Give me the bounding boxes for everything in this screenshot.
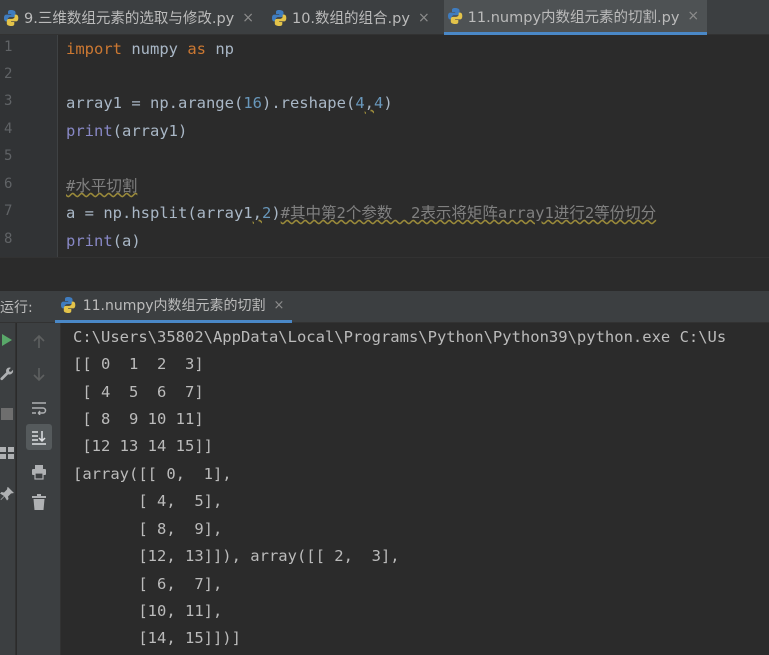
code-comma: , — [252, 204, 262, 222]
console-line: [12, 13]]), array([[ 2, 3], — [73, 547, 400, 565]
run-toolbar-secondary — [17, 323, 61, 655]
builtin-print: print — [66, 122, 113, 140]
code-text: array1 = np.arange( — [66, 94, 244, 112]
console-line: [[ 0 1 2 3] — [73, 355, 204, 373]
code-text: ) — [271, 204, 281, 222]
number-literal: 2 — [261, 204, 272, 222]
console-line: [ 4, 5], — [73, 492, 223, 510]
code-text: np — [206, 40, 234, 58]
console-line: [10, 11], — [73, 602, 223, 620]
console-output[interactable]: C:\Users\35802\AppData\Local\Programs\Py… — [62, 323, 769, 655]
line-number-gutter: 1 2 3 4 5 6 7 8 — [0, 35, 58, 257]
console-line: [ 8 9 10 11] — [73, 410, 204, 428]
console-line: [ 6, 7], — [73, 575, 223, 593]
code-line-4: print(array1) — [66, 118, 187, 145]
code-text: numpy — [122, 40, 188, 58]
run-toolbar-primary — [0, 323, 16, 655]
python-file-icon — [2, 9, 20, 27]
console-line: C:\Users\35802\AppData\Local\Programs\Py… — [73, 328, 727, 346]
code-line-6: #水平切割 — [66, 173, 137, 200]
number-literal: 16 — [243, 94, 262, 112]
builtin-print: print — [66, 232, 113, 250]
run-panel-label: 运行: — [0, 299, 33, 316]
code-comma: , — [364, 94, 374, 112]
keyword-as: as — [187, 40, 206, 58]
code-text: (array1) — [112, 122, 188, 140]
close-icon[interactable]: × — [242, 10, 254, 26]
print-icon[interactable] — [26, 459, 52, 485]
tab-file-9[interactable]: 9.三维数组元素的选取与修改.py × — [0, 0, 262, 35]
line-number: 1 — [4, 39, 13, 55]
code-comment: #其中第2个参数 2表示将矩阵array1进行2等份切分 — [280, 204, 657, 222]
console-line: [12 13 14 15]] — [73, 437, 213, 455]
tab-file-11[interactable]: 11.numpy内数组元素的切割.py × — [443, 0, 708, 35]
python-file-icon — [446, 7, 464, 25]
line-number: 7 — [4, 203, 13, 219]
code-editor[interactable]: 1 2 3 4 5 6 7 8 import numpy as np array… — [0, 35, 769, 257]
code-line-8: print(a) — [66, 228, 141, 255]
line-number: 6 — [4, 176, 13, 192]
code-line-1: import numpy as np — [66, 36, 234, 63]
code-text: ) — [383, 94, 393, 112]
run-config-tab[interactable]: 11.numpy内数组元素的切割 × — [54, 290, 293, 323]
editor-tab-bar: 9.三维数组元素的选取与修改.py × 10.数组的组合.py × 11.num… — [0, 0, 769, 35]
close-icon[interactable]: × — [418, 10, 430, 26]
code-comment: #水平切割 — [66, 177, 138, 195]
line-number: 4 — [4, 121, 13, 137]
run-tab-label: 11.numpy内数组元素的切割 — [82, 298, 266, 314]
tab-label: 10.数组的组合.py — [291, 11, 410, 27]
line-number: 3 — [4, 93, 13, 109]
line-number: 2 — [4, 66, 13, 82]
panel-separator — [0, 257, 769, 291]
python-file-icon — [59, 296, 77, 314]
scroll-to-end-icon[interactable] — [26, 424, 52, 450]
close-icon[interactable]: × — [687, 8, 699, 24]
code-text: a = np.hsplit(array1 — [66, 204, 253, 222]
arrow-down-icon[interactable] — [26, 361, 52, 387]
close-icon[interactable]: × — [274, 298, 285, 313]
code-text: ).reshape( — [261, 94, 356, 112]
code-text: (a) — [112, 232, 141, 250]
soft-wrap-icon[interactable] — [26, 395, 52, 421]
run-panel-header: 运行: 11.numpy内数组元素的切割 × — [0, 290, 769, 323]
console-line: [ 4 5 6 7] — [73, 383, 204, 401]
line-number: 8 — [4, 231, 13, 247]
code-line-3: array1 = np.arange(16).reshape(4,4) — [66, 90, 393, 117]
tab-file-10[interactable]: 10.数组的组合.py × — [268, 0, 438, 35]
arrow-up-icon[interactable] — [26, 329, 52, 355]
console-line: [14, 15]])] — [73, 629, 241, 647]
tab-label: 9.三维数组元素的选取与修改.py — [24, 11, 235, 27]
python-file-icon — [270, 9, 288, 27]
console-line: [array([[ 0, 1], — [73, 465, 232, 483]
number-literal: 4 — [355, 94, 365, 112]
code-line-7: a = np.hsplit(array1,2)#其中第2个参数 2表示将矩阵ar… — [66, 200, 656, 227]
keyword-import: import — [66, 40, 122, 58]
trash-icon[interactable] — [26, 489, 52, 515]
tab-label: 11.numpy内数组元素的切割.py — [467, 9, 680, 26]
number-literal: 4 — [374, 94, 384, 112]
line-number: 5 — [4, 148, 13, 164]
console-line: [ 8, 9], — [73, 520, 223, 538]
